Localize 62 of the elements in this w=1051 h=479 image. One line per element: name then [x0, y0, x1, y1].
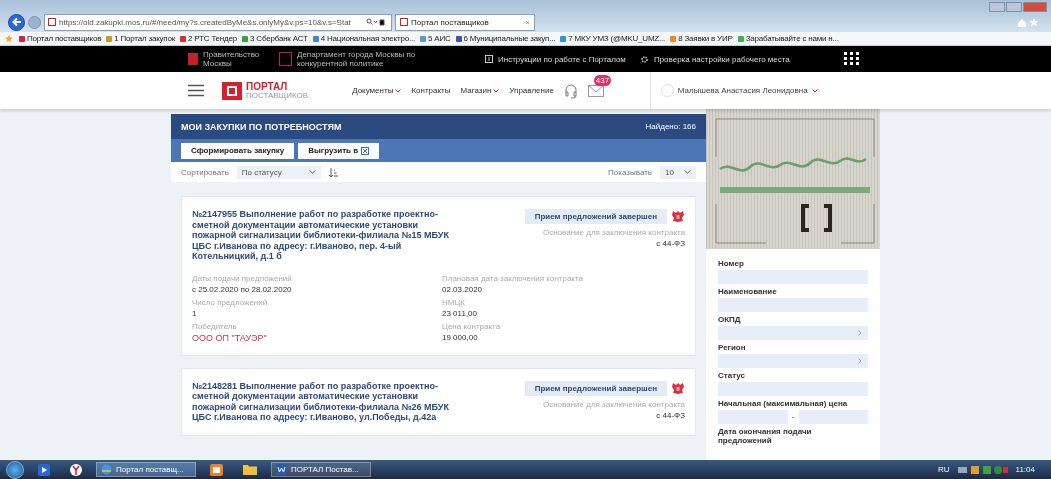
- workplace-check-link[interactable]: Проверка настройки рабочего места: [639, 54, 790, 64]
- bookmark-link[interactable]: 5 АИС: [420, 34, 451, 43]
- field-label: Даты подачи предложений: [192, 273, 293, 283]
- page-size-select[interactable]: 10: [660, 165, 696, 179]
- nav-menu-item[interactable]: Управление: [509, 86, 554, 95]
- export-button[interactable]: Выгрузить в: [298, 142, 380, 159]
- filter-label: Наименование: [718, 287, 778, 296]
- field-value: с 25.02.2020 по 28.02.2020: [192, 284, 293, 294]
- basis-label: Основание для заключения контракта: [542, 228, 685, 237]
- instructions-link[interactable]: Инструкции по работе с Порталом: [485, 54, 626, 64]
- field-value: 1: [192, 308, 198, 318]
- address-field[interactable]: https://old.zakupki.mos.ru/#/need/my?s.createdByMe&s.onlyMy&v.ps=10&v.s=Stat: [44, 13, 392, 31]
- found-count: Найдено: 166: [645, 122, 696, 131]
- field-label: НМЦК: [442, 297, 467, 307]
- page-size-label: Показывать: [608, 167, 652, 177]
- filter-label: Номер: [718, 259, 745, 268]
- field-value: 02.03.2020: [442, 284, 484, 294]
- field-label: Цена контракта: [442, 321, 502, 331]
- sort-label: Сортировать: [181, 167, 229, 177]
- bookmark-link[interactable]: 1 Портал закупок: [106, 34, 176, 43]
- status-badge: Прием предложений завершен: [524, 209, 667, 224]
- department-link[interactable]: Департамент города Москвы по конкурентной политике: [279, 50, 437, 68]
- notification-badge: 437: [593, 74, 612, 86]
- basis-value: с 44-ФЗ: [656, 410, 685, 420]
- bookmark-link[interactable]: Портал поставщиков: [19, 34, 102, 43]
- bookmark-link[interactable]: 3 Сбербанк АСТ: [242, 34, 308, 43]
- nav-menu-item[interactable]: Контракты: [411, 86, 451, 95]
- filter-label: Дата окончания подачи предложений: [718, 427, 813, 445]
- portal-logo[interactable]: ПОРТАЛ ПОСТАВЩИКОВ: [222, 81, 309, 100]
- basis-label: Основание для заключения контракта: [542, 399, 685, 409]
- taskbar-window[interactable]: Портал поставщ...: [96, 462, 196, 477]
- bookmark-link[interactable]: 6 Муниципальные закуп...: [455, 34, 556, 43]
- filter-label: ОКПД: [718, 315, 742, 324]
- nav-menu-item[interactable]: Магазин: [460, 86, 500, 95]
- purchase-title-link[interactable]: №2147955 Выполнение работ по разработке проектно-сметной документации автоматические установки пожарной сигнализации библиотеки-филиала №15 МБУК ЦБС г.Иванова по адресу: г.Иваново, пер. 4-ый Котельницкий, д.1 б: [192, 209, 457, 262]
- field-value: 19 000,00: [442, 332, 479, 342]
- status-badge: Прием предложений завершен: [524, 380, 667, 396]
- create-purchase-button[interactable]: Сформировать закупку: [181, 142, 295, 159]
- bookmark-link[interactable]: 4 Национальная электро...: [312, 34, 416, 43]
- field-label: Число предложений: [192, 297, 269, 307]
- moscow-government-link[interactable]: Правительство Москвы: [188, 50, 265, 68]
- purchase-title-link[interactable]: №2148281 Выполнение работ по разработке проектно-сметной документации автоматические установки пожарной сигнализации библиотеки-филиала №26 МБУК ЦБС г.Иванова по адресу: г.Иваново, ул.Победы, д.42а: [192, 380, 457, 423]
- bookmark-link[interactable]: 2 РТС Тендер: [180, 34, 238, 43]
- field-label: Победитель: [192, 321, 238, 331]
- sort-select[interactable]: По статусу: [236, 165, 321, 179]
- nav-menu-item[interactable]: Документы: [352, 86, 402, 95]
- taskbar-window[interactable]: ПОРТАЛ Постав...: [271, 462, 371, 477]
- field-value: 23 011,00: [442, 308, 478, 318]
- filter-label: Начальная (максимальная) цена: [718, 399, 849, 408]
- filter-label: Статус: [718, 371, 746, 380]
- user-menu[interactable]: Малышева Анастасия Леонидовна: [660, 84, 818, 97]
- bookmark-link[interactable]: 8 Заявки в УИР: [670, 34, 733, 43]
- clock[interactable]: 11:04: [1015, 465, 1035, 474]
- winner-link[interactable]: ООО ОП "ТАУЭР": [192, 332, 442, 343]
- basis-value: с 44-ФЗ: [656, 239, 685, 248]
- language-indicator[interactable]: RU: [938, 465, 950, 474]
- bookmark-link[interactable]: 7 МКУ УМЗ (@MKU_UMZ...: [560, 34, 666, 43]
- bookmark-link[interactable]: Зарабатывайте с нами н...: [737, 34, 839, 43]
- section-title: МОИ ЗАКУПКИ ПО ПОТРЕБНОСТЯМ: [181, 121, 342, 132]
- field-label: Плановая дата заключения контракта: [442, 273, 584, 283]
- browser-tab[interactable]: Портал поставщиков ×: [395, 13, 535, 31]
- filter-label: Регион: [718, 343, 747, 352]
